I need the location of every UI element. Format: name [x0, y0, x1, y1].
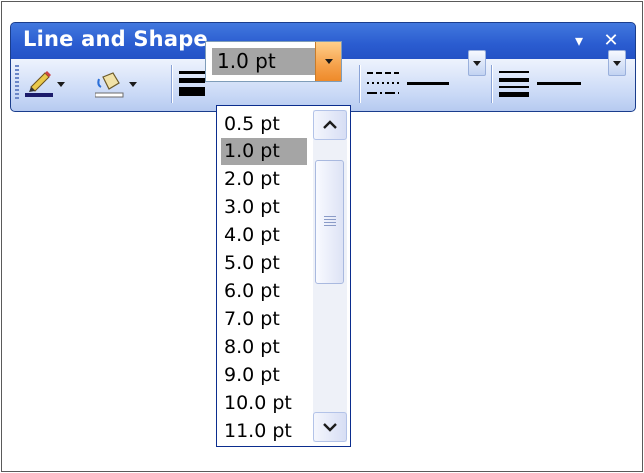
- dash-style-icon: [367, 72, 399, 94]
- pen-line-color-icon: [25, 71, 53, 97]
- list-item[interactable]: 4.0 pt: [221, 222, 307, 249]
- list-item[interactable]: 9.0 pt: [221, 362, 307, 389]
- toolbar-options-button[interactable]: ▾: [567, 27, 591, 53]
- chevron-down-icon: [473, 61, 481, 66]
- list-item[interactable]: 7.0 pt: [221, 306, 307, 333]
- chevron-up-icon: [323, 120, 337, 129]
- line-weight-button[interactable]: [177, 67, 207, 101]
- list-item[interactable]: 8.0 pt: [221, 334, 307, 361]
- chevron-down-icon: [57, 82, 65, 87]
- line-style-button[interactable]: [497, 67, 531, 101]
- close-icon: ✕: [603, 29, 619, 51]
- chevron-down-icon: [613, 61, 621, 66]
- line-weight-dropdown-button[interactable]: [315, 42, 341, 81]
- list-item[interactable]: 0.5 pt: [221, 111, 307, 138]
- paint-bucket-fill-icon: [95, 72, 124, 98]
- list-item-selected[interactable]: 1.0 pt: [221, 138, 307, 165]
- toolbar-separator: [171, 65, 172, 103]
- line-weight-icon: [179, 71, 205, 96]
- dash-style-button[interactable]: [365, 67, 401, 101]
- list-item[interactable]: 5.0 pt: [221, 250, 307, 277]
- toolbar-title: Line and Shape: [23, 27, 208, 51]
- line-style-line: [537, 82, 581, 85]
- line-color-button[interactable]: [23, 65, 67, 103]
- scrollbar-thumb[interactable]: [315, 160, 344, 284]
- line-weight-value[interactable]: 1.0 pt: [212, 48, 316, 75]
- list-item[interactable]: 11.0 pt: [221, 418, 307, 445]
- toolbar-grip[interactable]: [15, 65, 19, 101]
- dash-style-dropdown-button[interactable]: [468, 50, 486, 76]
- chevron-down-icon: [129, 82, 137, 87]
- list-item[interactable]: 6.0 pt: [221, 278, 307, 305]
- thumb-grip: [324, 216, 336, 227]
- line-style-dropdown-button[interactable]: [608, 50, 626, 76]
- line-weight-combobox[interactable]: 1.0 pt: [205, 41, 342, 82]
- list-item[interactable]: 2.0 pt: [221, 166, 307, 193]
- list-item[interactable]: 10.0 pt: [221, 390, 307, 417]
- list-item[interactable]: 3.0 pt: [221, 194, 307, 221]
- toolbar-separator: [359, 65, 360, 103]
- scroll-up-button[interactable]: [313, 110, 347, 140]
- line-weight-dropdown-list: 0.5 pt 1.0 pt 2.0 pt 3.0 pt 4.0 pt 5.0 p…: [216, 105, 351, 447]
- chevron-down-icon: [325, 59, 333, 64]
- fill-color-button[interactable]: [93, 65, 139, 103]
- line-style-icon: [499, 71, 529, 97]
- dash-style-line: [407, 82, 449, 85]
- vertical-scrollbar[interactable]: [313, 110, 347, 442]
- chevron-down-icon: [323, 423, 337, 432]
- toolbar-separator: [491, 65, 492, 103]
- chevron-down-icon: ▾: [574, 30, 584, 50]
- scroll-down-button[interactable]: [313, 412, 347, 442]
